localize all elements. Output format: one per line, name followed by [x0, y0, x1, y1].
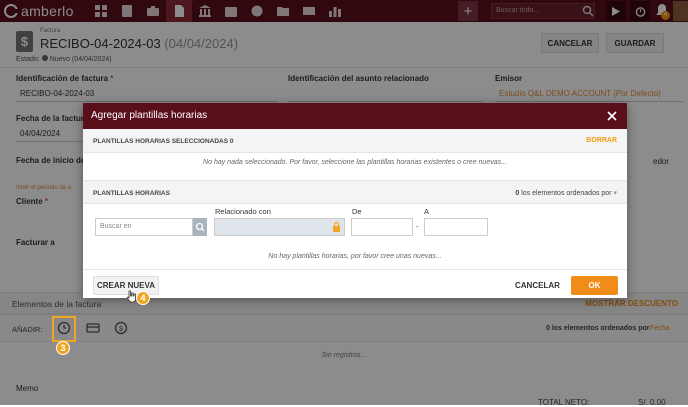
step-marker-4: 4: [136, 291, 150, 305]
range-dash: -: [416, 222, 419, 231]
modal-cancel-button[interactable]: CANCELAR: [515, 281, 560, 290]
related-to-field[interactable]: [214, 218, 345, 236]
search-button[interactable]: [193, 218, 207, 236]
close-icon[interactable]: [605, 109, 619, 123]
from-column-header: De: [352, 207, 362, 216]
selected-empty-text: No hay nada seleccionado. Por favor, sel…: [203, 159, 507, 166]
templates-count-text[interactable]: 0 los elementos ordenados por ▾: [515, 189, 617, 197]
add-time-templates-modal: Agregar plantillas horarias PLANTILLAS H…: [83, 103, 627, 298]
templates-empty-text: No hay plantillas horarias, por favor cr…: [268, 253, 442, 260]
to-field[interactable]: [424, 218, 488, 236]
from-field[interactable]: [351, 218, 413, 236]
cursor-hand-icon: [126, 290, 136, 303]
modal-title: Agregar plantillas horarias: [91, 110, 208, 121]
search-icon: [195, 222, 205, 232]
selected-templates-header: PLANTILLAS HORARIAS SELECCIONADAS 0 BORR…: [83, 129, 627, 153]
templates-list-label: PLANTILLAS HORARIAS: [93, 190, 170, 197]
related-column-header: Relacionado con: [215, 207, 271, 216]
add-time-highlight: [52, 316, 76, 342]
clear-selection-button[interactable]: BORRAR: [586, 137, 617, 144]
lock-icon: [333, 222, 340, 232]
sort-dropdown-icon: ▾: [613, 190, 617, 197]
modal-header: Agregar plantillas horarias: [83, 103, 627, 129]
templates-list-header: PLANTILLAS HORARIAS 0 los elementos orde…: [83, 180, 627, 204]
to-column-header: A: [424, 207, 430, 216]
ok-button[interactable]: OK: [571, 276, 618, 295]
template-search-input[interactable]: Buscar en: [95, 218, 193, 236]
selected-templates-label: PLANTILLAS HORARIAS SELECCIONADAS 0: [93, 138, 234, 145]
step-marker-3: 3: [56, 341, 70, 355]
